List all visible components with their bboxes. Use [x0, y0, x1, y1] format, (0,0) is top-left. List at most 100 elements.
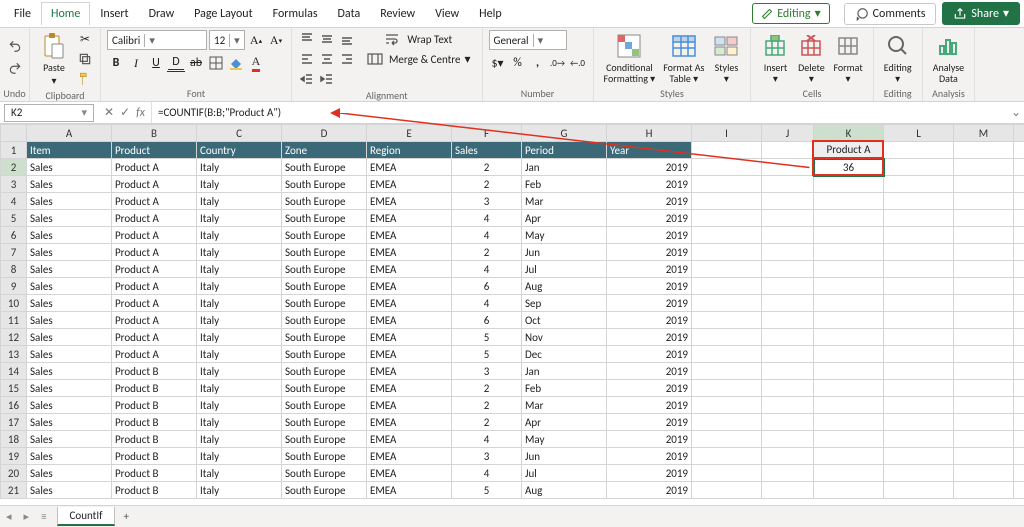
cell[interactable]: Sales: [27, 159, 112, 176]
cell[interactable]: 2019: [607, 193, 692, 210]
increase-font-button[interactable]: A▴: [247, 31, 265, 49]
row-header[interactable]: 21: [1, 482, 27, 499]
column-header-M[interactable]: M: [954, 125, 1014, 142]
cell[interactable]: Apr: [522, 210, 607, 227]
cell[interactable]: South Europe: [282, 312, 367, 329]
cell[interactable]: 2019: [607, 414, 692, 431]
font-size-select[interactable]: 12▾: [209, 30, 245, 50]
sheet-nav-next[interactable]: ▸: [18, 510, 36, 523]
decrease-indent-button[interactable]: [298, 70, 316, 88]
cell[interactable]: 2019: [607, 482, 692, 499]
cell[interactable]: [884, 465, 954, 482]
cell[interactable]: [814, 261, 884, 278]
tab-insert[interactable]: Insert: [90, 2, 138, 25]
cell[interactable]: Sales: [27, 210, 112, 227]
cell[interactable]: Product A: [112, 278, 197, 295]
cell[interactable]: EMEA: [367, 193, 452, 210]
cell[interactable]: [1014, 176, 1024, 193]
cell[interactable]: 2019: [607, 176, 692, 193]
align-bottom-button[interactable]: [338, 30, 356, 48]
cell[interactable]: [692, 448, 762, 465]
align-center-button[interactable]: [318, 50, 336, 68]
tab-help[interactable]: Help: [469, 2, 512, 25]
wrap-text-button[interactable]: Wrap Text: [362, 30, 476, 48]
editing-mode-button[interactable]: Editing▾: [752, 3, 829, 24]
select-all-corner[interactable]: [1, 125, 27, 142]
cell[interactable]: [692, 244, 762, 261]
cell[interactable]: 2019: [607, 465, 692, 482]
cell[interactable]: [762, 380, 814, 397]
cell[interactable]: [1014, 295, 1024, 312]
cell[interactable]: Feb: [522, 380, 607, 397]
column-header-L[interactable]: L: [884, 125, 954, 142]
cell[interactable]: [692, 346, 762, 363]
cell[interactable]: [762, 363, 814, 380]
cell[interactable]: 2019: [607, 210, 692, 227]
cell[interactable]: 2: [452, 380, 522, 397]
cell[interactable]: [814, 448, 884, 465]
cut-button[interactable]: ✂: [76, 30, 94, 48]
cell[interactable]: Italy: [197, 278, 282, 295]
cell[interactable]: 2019: [607, 244, 692, 261]
cell[interactable]: EMEA: [367, 431, 452, 448]
cell[interactable]: South Europe: [282, 346, 367, 363]
cell[interactable]: Product A: [112, 227, 197, 244]
cell[interactable]: Sales: [27, 329, 112, 346]
cell[interactable]: [884, 363, 954, 380]
cell[interactable]: 2019: [607, 295, 692, 312]
tab-page-layout[interactable]: Page Layout: [184, 2, 262, 25]
cell[interactable]: Sales: [27, 312, 112, 329]
cell[interactable]: South Europe: [282, 329, 367, 346]
cell[interactable]: [762, 244, 814, 261]
cell[interactable]: South Europe: [282, 261, 367, 278]
cell[interactable]: Sales: [27, 261, 112, 278]
expand-formula-bar-button[interactable]: ⌄: [1008, 105, 1024, 120]
cell[interactable]: Italy: [197, 482, 282, 499]
tab-draw[interactable]: Draw: [139, 2, 185, 25]
cell[interactable]: 36: [814, 159, 884, 176]
cell[interactable]: Jun: [522, 448, 607, 465]
underline-button[interactable]: U: [147, 54, 165, 72]
cell[interactable]: [762, 414, 814, 431]
cell[interactable]: [954, 329, 1014, 346]
cell[interactable]: South Europe: [282, 295, 367, 312]
cell[interactable]: [954, 448, 1014, 465]
cell[interactable]: [692, 482, 762, 499]
fill-color-button[interactable]: [227, 54, 245, 72]
cell[interactable]: Sales: [27, 414, 112, 431]
cell[interactable]: [814, 278, 884, 295]
cell[interactable]: EMEA: [367, 380, 452, 397]
cell[interactable]: [692, 465, 762, 482]
conditional-formatting-button[interactable]: ConditionalFormatting ▾: [600, 30, 660, 86]
cell[interactable]: [1014, 210, 1024, 227]
cell[interactable]: South Europe: [282, 448, 367, 465]
row-header[interactable]: 4: [1, 193, 27, 210]
header-cell[interactable]: [884, 142, 954, 159]
cell[interactable]: Jul: [522, 465, 607, 482]
cell[interactable]: [692, 329, 762, 346]
cell[interactable]: [692, 176, 762, 193]
format-cells-button[interactable]: Format▾: [829, 30, 866, 86]
column-header-C[interactable]: C: [197, 125, 282, 142]
cell[interactable]: 2019: [607, 278, 692, 295]
cell[interactable]: EMEA: [367, 482, 452, 499]
cell[interactable]: 4: [452, 465, 522, 482]
cell[interactable]: Aug: [522, 278, 607, 295]
cell[interactable]: [814, 329, 884, 346]
increase-decimal-button[interactable]: .0→: [549, 54, 567, 72]
cell[interactable]: [884, 244, 954, 261]
cell[interactable]: [1014, 312, 1024, 329]
cell[interactable]: [1014, 482, 1024, 499]
double-underline-button[interactable]: D: [167, 54, 185, 72]
cell[interactable]: [1014, 261, 1024, 278]
cell[interactable]: [762, 193, 814, 210]
align-middle-button[interactable]: [318, 30, 336, 48]
cell[interactable]: [954, 159, 1014, 176]
cell[interactable]: Product B: [112, 363, 197, 380]
cell[interactable]: [692, 210, 762, 227]
row-header[interactable]: 8: [1, 261, 27, 278]
cell[interactable]: [884, 482, 954, 499]
row-header[interactable]: 20: [1, 465, 27, 482]
cell[interactable]: [884, 397, 954, 414]
tab-home[interactable]: Home: [41, 2, 90, 25]
